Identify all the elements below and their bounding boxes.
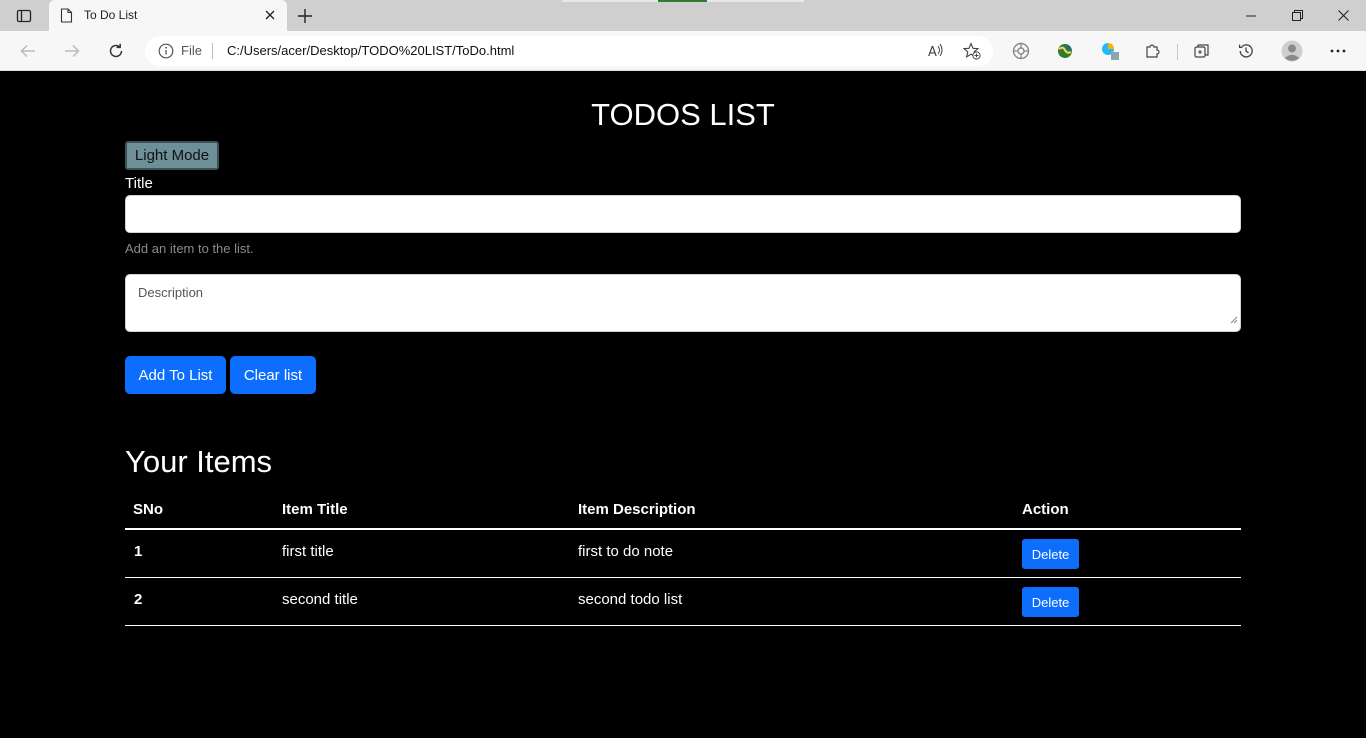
- history-icon[interactable]: [1235, 40, 1257, 62]
- globe-extension-icon[interactable]: [1054, 40, 1076, 62]
- row-sno: 2: [134, 591, 143, 608]
- address-bar[interactable]: File C:/Users/acer/Desktop/TODO%20LIST/T…: [145, 36, 993, 66]
- tab-actions-icon[interactable]: [10, 5, 38, 27]
- copilot-icon[interactable]: [1099, 40, 1121, 62]
- extension-icon[interactable]: [1010, 40, 1032, 62]
- delete-button[interactable]: Delete: [1022, 587, 1079, 617]
- address-separator: [212, 43, 213, 59]
- table-row: 1 first title first to do note Delete: [125, 530, 1241, 578]
- restore-icon[interactable]: [1274, 0, 1320, 31]
- header-item-description: Item Description: [578, 501, 696, 518]
- info-icon[interactable]: [158, 43, 174, 64]
- close-window-icon[interactable]: [1320, 0, 1366, 31]
- description-placeholder: Description: [138, 285, 204, 300]
- svg-text:A: A: [928, 45, 937, 60]
- extensions-puzzle-icon[interactable]: [1142, 40, 1164, 62]
- table-header: SNo Item Title Item Description Action: [125, 494, 1241, 530]
- row-description: second todo list: [578, 591, 683, 608]
- header-action: Action: [1022, 501, 1069, 518]
- light-mode-button[interactable]: Light Mode: [125, 141, 219, 170]
- tab-strip-segment: [562, 0, 658, 2]
- new-tab-icon[interactable]: [294, 5, 316, 27]
- row-description: first to do note: [578, 543, 674, 560]
- row-title: first title: [282, 543, 334, 560]
- title-helper-text: Add an item to the list.: [125, 241, 254, 256]
- more-options-icon[interactable]: [1327, 40, 1349, 62]
- header-sno: SNo: [133, 501, 163, 518]
- close-tab-icon[interactable]: [261, 6, 279, 24]
- header-item-title: Item Title: [282, 501, 348, 518]
- tab-title: To Do List: [84, 8, 138, 22]
- resize-grip-icon[interactable]: [1230, 311, 1238, 329]
- url-text[interactable]: C:/Users/acer/Desktop/TODO%20LIST/ToDo.h…: [227, 43, 514, 58]
- row-title: second title: [282, 591, 358, 608]
- browser-tab[interactable]: To Do List: [49, 0, 287, 31]
- collections-icon[interactable]: [1191, 40, 1213, 62]
- tab-strip-segment: [658, 0, 707, 2]
- page-title: TODOS LIST: [591, 97, 775, 132]
- items-heading: Your Items: [125, 444, 273, 479]
- file-scheme-label: File: [181, 43, 202, 58]
- back-icon[interactable]: [14, 37, 42, 65]
- refresh-icon[interactable]: [102, 37, 130, 65]
- document-icon: [60, 8, 73, 28]
- page-content: TODOS LIST Light Mode Title Add an item …: [0, 71, 1366, 738]
- browser-tab-bar: To Do List: [0, 0, 1366, 31]
- toolbar-divider: [1177, 44, 1178, 60]
- table-row: 2 second title second todo list Delete: [125, 578, 1241, 626]
- clear-list-button[interactable]: Clear list: [230, 356, 316, 394]
- description-textarea[interactable]: Description: [125, 274, 1241, 332]
- forward-icon[interactable]: [58, 37, 86, 65]
- tab-strip-segment: [707, 0, 804, 2]
- browser-toolbar: File C:/Users/acer/Desktop/TODO%20LIST/T…: [0, 31, 1366, 71]
- profile-avatar-icon[interactable]: [1281, 40, 1303, 62]
- title-label: Title: [125, 175, 153, 192]
- read-aloud-icon[interactable]: A: [927, 42, 945, 65]
- add-to-list-button[interactable]: Add To List: [125, 356, 226, 394]
- delete-button[interactable]: Delete: [1022, 539, 1079, 569]
- minimize-icon[interactable]: [1228, 0, 1274, 31]
- add-favorite-icon[interactable]: [962, 42, 981, 65]
- row-sno: 1: [134, 543, 143, 560]
- title-input[interactable]: [125, 195, 1241, 233]
